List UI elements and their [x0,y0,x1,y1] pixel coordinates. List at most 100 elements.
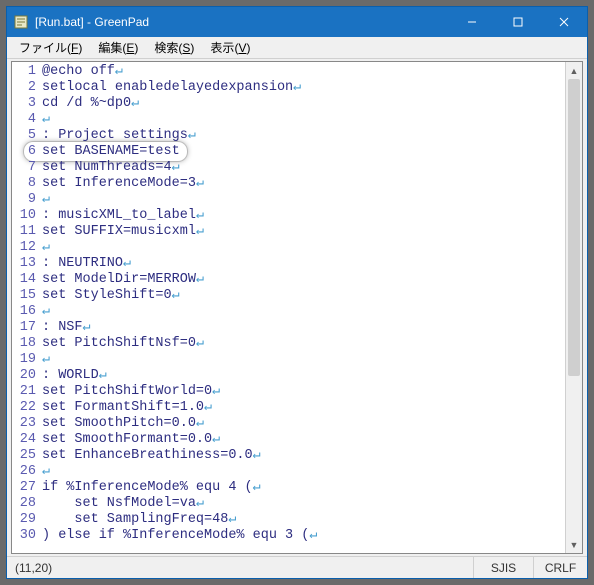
menu-edit[interactable]: 編集(E) [90,37,146,58]
code-line[interactable]: 16↵ [12,304,565,320]
code-line[interactable]: 12↵ [12,240,565,256]
line-text: set NsfModel=va [42,496,196,512]
app-window: [Run.bat] - GreenPad ファイル(F) 編集(E) 検索(S)… [6,6,588,579]
code-line[interactable]: 11set SUFFIX=musicxml↵ [12,224,565,240]
line-number: 14 [12,272,42,288]
line-number: 23 [12,416,42,432]
code-line[interactable]: 22set FormantShift=1.0↵ [12,400,565,416]
newline-mark-icon: ↵ [309,528,317,544]
code-line[interactable]: 21set PitchShiftWorld=0↵ [12,384,565,400]
line-number: 5 [12,128,42,144]
code-line[interactable]: 1@echo off↵ [12,64,565,80]
code-line[interactable]: 25set EnhanceBreathiness=0.0↵ [12,448,565,464]
newline-mark-icon: ↵ [293,80,301,96]
window-title: [Run.bat] - GreenPad [35,15,449,29]
line-number: 2 [12,80,42,96]
line-number: 9 [12,192,42,208]
titlebar[interactable]: [Run.bat] - GreenPad [7,7,587,37]
line-text: set SmoothPitch=0.0 [42,416,196,432]
line-text: set PitchShiftNsf=0 [42,336,196,352]
line-text: set SamplingFreq=48 [42,512,228,528]
code-line[interactable]: 24set SmoothFormant=0.0↵ [12,432,565,448]
code-line[interactable]: 5: Project settings↵ [12,128,565,144]
app-icon [13,14,29,30]
code-line[interactable]: 19↵ [12,352,565,368]
line-number: 18 [12,336,42,352]
scroll-up-button[interactable]: ▲ [566,62,582,79]
code-line[interactable]: 15set StyleShift=0↵ [12,288,565,304]
line-number: 1 [12,64,42,80]
code-line[interactable]: 10: musicXML_to_label↵ [12,208,565,224]
newline-mark-icon: ↵ [115,64,123,80]
maximize-button[interactable] [495,7,541,37]
line-text: set BASENAME=test [42,144,180,160]
scroll-thumb[interactable] [568,79,580,376]
code-line[interactable]: 29 set SamplingFreq=48↵ [12,512,565,528]
line-number: 16 [12,304,42,320]
line-text: : WORLD [42,368,99,384]
line-text: set SmoothFormant=0.0 [42,432,212,448]
code-line[interactable]: 4↵ [12,112,565,128]
newline-mark-icon: ↵ [212,432,220,448]
line-text: set NumThreads=4 [42,160,172,176]
newline-mark-icon: ↵ [196,224,204,240]
line-text: : NEUTRINO [42,256,123,272]
vertical-scrollbar[interactable]: ▲ ▼ [565,62,582,553]
close-button[interactable] [541,7,587,37]
text-editor[interactable]: 1@echo off↵2setlocal enabledelayedexpans… [12,62,565,553]
line-number: 24 [12,432,42,448]
line-text: : musicXML_to_label [42,208,196,224]
newline-mark-icon: ↵ [196,176,204,192]
menu-file[interactable]: ファイル(F) [11,37,90,58]
statusbar: (11,20) SJIS CRLF [7,556,587,578]
code-line[interactable]: 9↵ [12,192,565,208]
line-number: 11 [12,224,42,240]
code-line[interactable]: 3cd /d %~dp0↵ [12,96,565,112]
code-line[interactable]: 17: NSF↵ [12,320,565,336]
line-number: 4 [12,112,42,128]
line-number: 27 [12,480,42,496]
code-line[interactable]: 27if %InferenceMode% equ 4 (↵ [12,480,565,496]
code-line[interactable]: 8set InferenceMode=3↵ [12,176,565,192]
code-line[interactable]: 28 set NsfModel=va↵ [12,496,565,512]
newline-mark-icon: ↵ [204,400,212,416]
menu-search[interactable]: 検索(S) [146,37,202,58]
line-number: 15 [12,288,42,304]
line-number: 22 [12,400,42,416]
line-number: 25 [12,448,42,464]
scroll-track[interactable] [566,79,582,536]
menu-view[interactable]: 表示(V) [202,37,258,58]
line-number: 3 [12,96,42,112]
newline-mark-icon: ↵ [123,256,131,272]
code-line[interactable]: 14set ModelDir=MERROW↵ [12,272,565,288]
scroll-down-button[interactable]: ▼ [566,536,582,553]
code-line[interactable]: 20: WORLD↵ [12,368,565,384]
line-text: ) else if %InferenceMode% equ 3 ( [42,528,309,544]
line-text: setlocal enabledelayedexpansion [42,80,293,96]
newline-mark-icon: ↵ [42,352,50,368]
newline-mark-icon: ↵ [42,192,50,208]
code-line[interactable]: 6set BASENAME=test↵ [12,144,565,160]
encoding-indicator[interactable]: SJIS [473,557,533,578]
line-number: 28 [12,496,42,512]
line-number: 12 [12,240,42,256]
menubar: ファイル(F) 編集(E) 検索(S) 表示(V) [7,37,587,59]
line-text: set ModelDir=MERROW [42,272,196,288]
code-line[interactable]: 26↵ [12,464,565,480]
line-number: 20 [12,368,42,384]
newline-mark-icon: ↵ [196,336,204,352]
line-text: set PitchShiftWorld=0 [42,384,212,400]
code-line[interactable]: 7set NumThreads=4↵ [12,160,565,176]
code-line[interactable]: 23set SmoothPitch=0.0↵ [12,416,565,432]
newline-mark-icon: ↵ [253,480,261,496]
newline-mark-icon: ↵ [172,288,180,304]
eol-indicator[interactable]: CRLF [533,557,587,578]
newline-mark-icon: ↵ [42,112,50,128]
code-line[interactable]: 30) else if %InferenceMode% equ 3 (↵ [12,528,565,544]
line-text: @echo off [42,64,115,80]
newline-mark-icon: ↵ [253,448,261,464]
code-line[interactable]: 2setlocal enabledelayedexpansion↵ [12,80,565,96]
code-line[interactable]: 13: NEUTRINO↵ [12,256,565,272]
minimize-button[interactable] [449,7,495,37]
code-line[interactable]: 18set PitchShiftNsf=0↵ [12,336,565,352]
